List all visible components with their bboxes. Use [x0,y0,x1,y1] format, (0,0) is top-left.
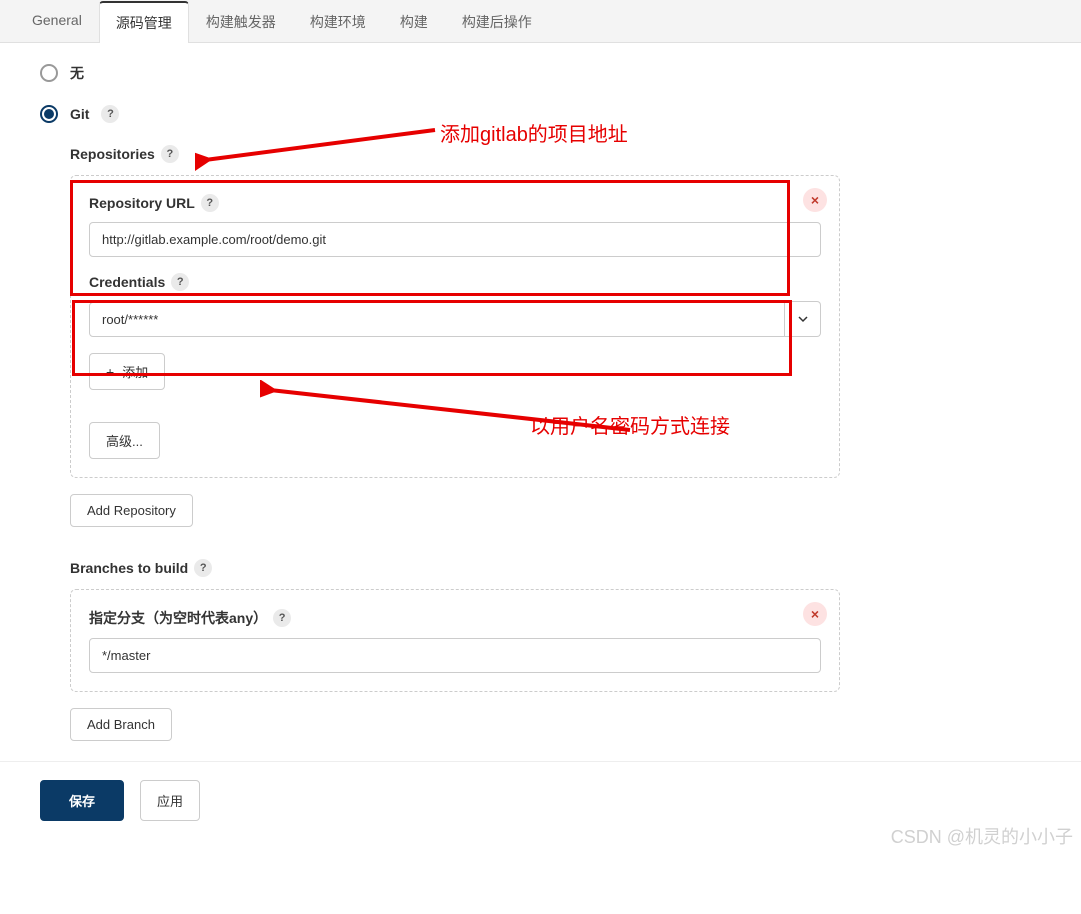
radio-git-label: Git [70,106,89,122]
save-button[interactable]: 保存 [40,780,124,821]
repo-url-input[interactable] [89,222,821,257]
branch-spec-label: 指定分支（为空时代表any） [89,608,267,628]
radio-none-label: 无 [70,63,84,83]
advanced-button[interactable]: 高级... [89,422,160,459]
remove-branch-button[interactable]: × [803,602,827,626]
tab-post[interactable]: 构建后操作 [445,1,549,43]
credentials-dropdown-toggle[interactable] [785,301,821,337]
help-branch-spec-icon[interactable]: ? [273,609,291,627]
repositories-label: Repositories [70,146,155,162]
branch-spec-input[interactable] [89,638,821,673]
watermark: CSDN @机灵的小小子 [891,823,1073,849]
radio-scm-none[interactable] [40,64,58,82]
tab-triggers[interactable]: 构建触发器 [189,1,293,43]
branches-label: Branches to build [70,560,188,576]
add-credential-button[interactable]: 添加 [89,353,165,390]
config-tabs: General 源码管理 构建触发器 构建环境 构建 构建后操作 [0,0,1081,43]
tab-env[interactable]: 构建环境 [293,1,383,43]
help-credentials-icon[interactable]: ? [171,273,189,291]
help-branches-icon[interactable]: ? [194,559,212,577]
repo-url-label: Repository URL [89,195,195,211]
help-repo-url-icon[interactable]: ? [201,194,219,212]
credentials-select[interactable]: root/****** [89,302,785,337]
apply-button[interactable]: 应用 [140,780,200,821]
help-git-icon[interactable]: ? [101,105,119,123]
tab-scm[interactable]: 源码管理 [99,1,189,43]
help-repositories-icon[interactable]: ? [161,145,179,163]
add-repository-button[interactable]: Add Repository [70,494,193,527]
branch-entry: × 指定分支（为空时代表any） ? [70,589,840,692]
remove-repository-button[interactable]: × [803,188,827,212]
credentials-label: Credentials [89,274,165,290]
tab-general[interactable]: General [15,1,99,43]
radio-scm-git[interactable] [40,105,58,123]
add-branch-button[interactable]: Add Branch [70,708,172,741]
repository-entry: × Repository URL ? Credentials ? root/**… [70,175,840,478]
chevron-down-icon [797,313,809,325]
tab-build[interactable]: 构建 [383,1,445,43]
